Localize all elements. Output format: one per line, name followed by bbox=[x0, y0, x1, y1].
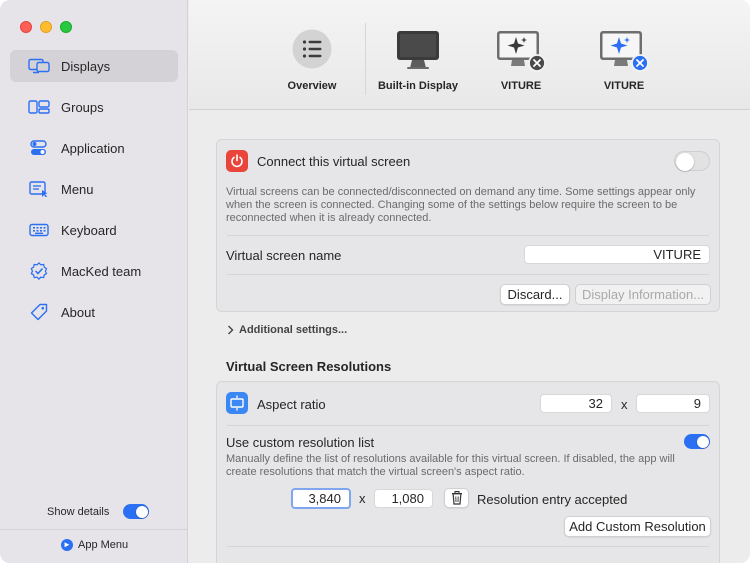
sidebar-item-label: Menu bbox=[61, 181, 94, 197]
sidebar-item-macked-team[interactable]: MacKed team bbox=[10, 255, 178, 287]
chevron-right-icon bbox=[228, 325, 234, 335]
aspect-width-field[interactable]: 32 bbox=[540, 394, 612, 413]
virtual-monitor-icon bbox=[495, 30, 547, 77]
app-menu-label: App Menu bbox=[78, 539, 129, 551]
resolution-width-field[interactable]: 3,840 bbox=[291, 488, 351, 509]
additional-settings-disclosure[interactable]: Additional settings... bbox=[227, 324, 347, 336]
display-icon bbox=[28, 57, 50, 75]
aspect-height-field[interactable]: 9 bbox=[636, 394, 710, 413]
sidebar-item-about[interactable]: About bbox=[10, 296, 178, 328]
keyboard-icon bbox=[28, 221, 50, 239]
divider bbox=[227, 425, 709, 426]
minimize-window-button[interactable] bbox=[40, 21, 52, 33]
aspect-ratio-label: Aspect ratio bbox=[257, 397, 326, 412]
aspect-ratio-icon bbox=[226, 392, 248, 414]
tab-overview[interactable]: Overview bbox=[262, 0, 362, 110]
sidebar-item-label: Displays bbox=[61, 58, 111, 74]
tab-label: VITURE bbox=[603, 80, 645, 92]
tab-label: Overview bbox=[287, 80, 337, 92]
additional-settings-label: Additional settings... bbox=[239, 324, 348, 336]
groups-icon bbox=[28, 98, 50, 116]
screen-name-field[interactable]: VITURE bbox=[524, 245, 710, 264]
resolutions-section-title: Virtual Screen Resolutions bbox=[226, 359, 392, 374]
window-controls bbox=[20, 21, 72, 33]
resolution-height-field[interactable]: 1,080 bbox=[374, 489, 433, 508]
screen-name-label: Virtual screen name bbox=[226, 248, 342, 263]
sidebar-item-label: Groups bbox=[61, 99, 104, 115]
display-toolbar: Overview Built-in Display VITURE VITURE bbox=[189, 0, 750, 110]
tab-label: VITURE bbox=[500, 80, 542, 92]
sidebar-item-label: Application bbox=[61, 140, 125, 156]
monitor-icon bbox=[395, 30, 441, 73]
display-settings-content: Connect this virtual screen Virtual scre… bbox=[189, 111, 750, 563]
toolbar-divider bbox=[365, 23, 366, 95]
sidebar-nav: Displays Groups Application Menu Keyboar… bbox=[10, 50, 178, 337]
seal-check-icon bbox=[28, 262, 50, 280]
sidebar-divider bbox=[0, 529, 188, 530]
divider bbox=[227, 235, 709, 236]
resolution-separator: x bbox=[359, 491, 366, 506]
add-custom-resolution-button[interactable]: Add Custom Resolution bbox=[564, 516, 711, 537]
tab-viture-1[interactable]: VITURE bbox=[471, 0, 571, 110]
main-panel: Overview Built-in Display VITURE VITURE bbox=[189, 0, 750, 563]
chevron-right-circle-icon: ► bbox=[61, 539, 73, 551]
divider bbox=[227, 546, 709, 547]
trash-icon bbox=[451, 491, 462, 505]
sidebar-item-application[interactable]: Application bbox=[10, 132, 178, 164]
connect-title: Connect this virtual screen bbox=[257, 154, 411, 169]
sidebar-item-label: MacKed team bbox=[61, 263, 142, 279]
menu-icon bbox=[28, 180, 50, 198]
custom-resolution-toggle[interactable] bbox=[684, 434, 710, 449]
zoom-window-button[interactable] bbox=[60, 21, 72, 33]
discard-button[interactable]: Discard... bbox=[500, 284, 570, 305]
show-details-label: Show details bbox=[47, 505, 110, 518]
custom-resolution-description: Manually define the list of resolutions … bbox=[226, 453, 675, 478]
show-details-toggle[interactable] bbox=[123, 504, 150, 519]
sidebar: Displays Groups Application Menu Keyboar… bbox=[0, 0, 188, 563]
application-icon bbox=[28, 139, 50, 157]
app-window: Displays Groups Application Menu Keyboar… bbox=[0, 0, 750, 563]
tab-label: Built-in Display bbox=[377, 80, 459, 92]
aspect-separator: x bbox=[621, 397, 628, 412]
sidebar-item-menu[interactable]: Menu bbox=[10, 173, 178, 205]
display-information-button[interactable]: Display Information... bbox=[575, 284, 711, 305]
sidebar-item-label: About bbox=[61, 304, 95, 320]
custom-resolution-label: Use custom resolution list bbox=[226, 435, 375, 450]
show-details-row: Show details bbox=[47, 504, 150, 519]
connect-toggle[interactable] bbox=[674, 151, 710, 171]
tab-viture-2[interactable]: VITURE bbox=[574, 0, 674, 110]
sidebar-item-groups[interactable]: Groups bbox=[10, 91, 178, 123]
resolutions-card: Aspect ratio 32 x 9 Use custom resolutio… bbox=[216, 381, 720, 563]
tag-icon bbox=[28, 303, 50, 321]
power-icon bbox=[226, 150, 248, 172]
tab-built-in-display[interactable]: Built-in Display bbox=[368, 0, 468, 110]
delete-resolution-button[interactable] bbox=[444, 488, 469, 508]
sidebar-item-keyboard[interactable]: Keyboard bbox=[10, 214, 178, 246]
connect-card: Connect this virtual screen Virtual scre… bbox=[216, 139, 720, 312]
resolution-status: Resolution entry accepted bbox=[477, 492, 628, 507]
divider bbox=[227, 274, 709, 275]
close-window-button[interactable] bbox=[20, 21, 32, 33]
sidebar-item-displays[interactable]: Displays bbox=[10, 50, 178, 82]
sidebar-item-label: Keyboard bbox=[61, 222, 117, 238]
virtual-monitor-selected-icon bbox=[598, 30, 650, 77]
list-icon bbox=[292, 29, 332, 72]
app-menu-button[interactable]: ► App Menu bbox=[61, 539, 128, 551]
connect-description: Virtual screens can be connected/disconn… bbox=[226, 186, 696, 224]
